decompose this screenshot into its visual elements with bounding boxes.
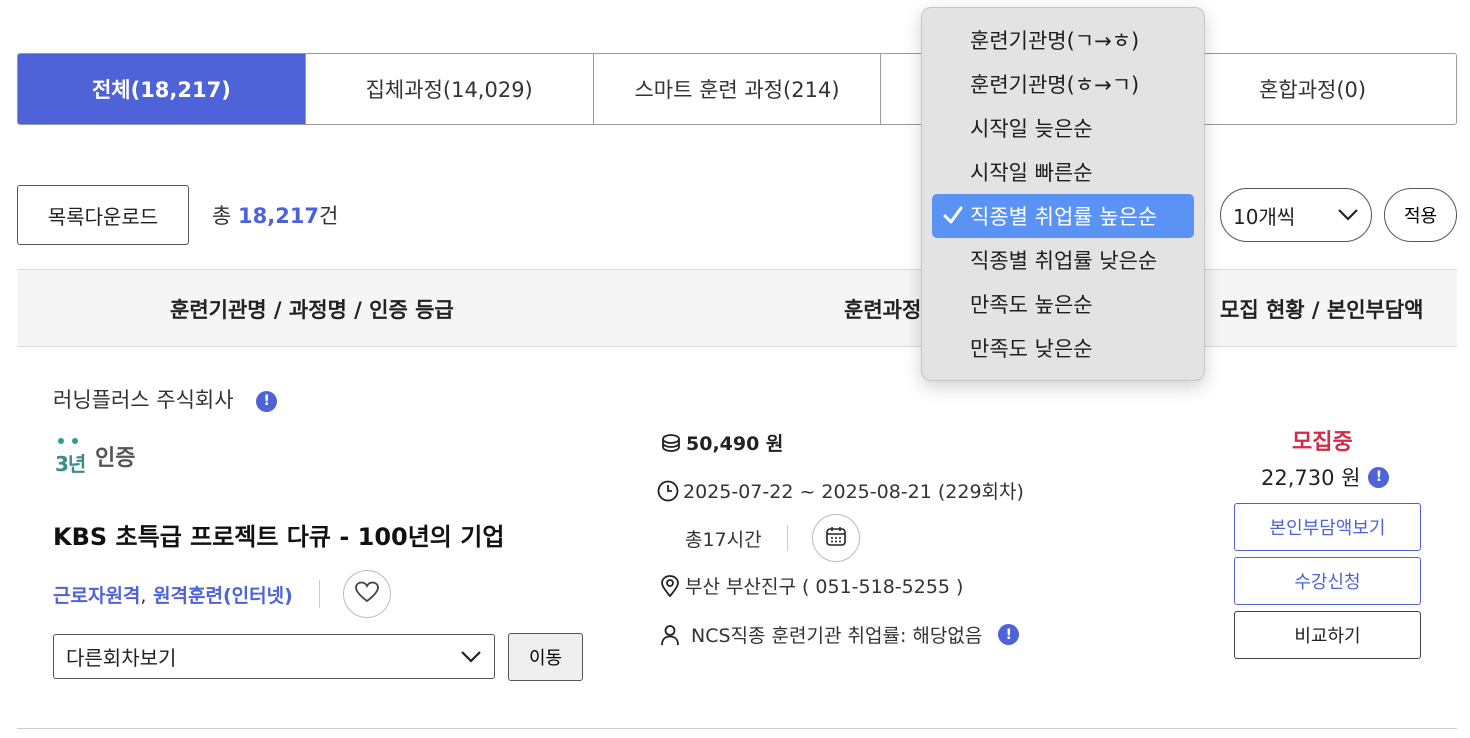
other-session-select[interactable]: 다른회차보기 <box>53 634 495 679</box>
sort-option-label: 훈련기관명(ㄱ→ㅎ) <box>970 29 1140 53</box>
type-separator: , <box>140 585 147 607</box>
header-org-course: 훈련기관명 / 과정명 / 인증 등급 <box>170 298 454 322</box>
tab-classroom[interactable]: 집체과정(14,029) <box>305 54 594 124</box>
sort-option-start-early[interactable]: 시작일 빠른순 <box>932 150 1194 194</box>
person-icon <box>659 624 681 646</box>
per-page-value: 10개씩 <box>1233 204 1296 229</box>
total-count: 총 18,217건 <box>212 200 338 230</box>
sort-option-label: 만족도 높은순 <box>970 293 1093 317</box>
chevron-down-icon <box>1337 203 1359 227</box>
sort-option-satisfaction-low[interactable]: 만족도 낮은순 <box>932 326 1194 370</box>
header-training-course: 훈련과정 <box>844 298 922 322</box>
heart-icon <box>355 581 379 607</box>
org-name: 러닝플러스 주식회사 <box>53 388 234 412</box>
row-divider <box>17 728 1457 729</box>
course-title[interactable]: KBS 초특급 프로젝트 다큐 - 100년의 기업 <box>53 517 504 552</box>
cert-logo: 3년 <box>55 438 89 476</box>
sort-option-label: 시작일 늦은순 <box>970 117 1093 141</box>
course-type-1[interactable]: 근로자원격 <box>53 585 140 607</box>
employment-rate: NCS직종 훈련기관 취업률: 해당없음 <box>691 625 983 647</box>
schedule-button[interactable] <box>812 514 860 562</box>
self-pay-amount: 22,730 원 <box>1261 466 1361 490</box>
sort-option-employment-low[interactable]: 직종별 취업률 낮은순 <box>932 238 1194 282</box>
calendar-icon <box>825 525 847 551</box>
sort-option-label: 훈련기관명(ㅎ→ㄱ) <box>970 73 1140 97</box>
course-type-tabs: 전체(18,217) 집체과정(14,029) 스마트 훈련 과정(214) 혼… <box>17 53 1457 125</box>
sort-option-start-late[interactable]: 시작일 늦은순 <box>932 106 1194 150</box>
info-icon[interactable]: ! <box>256 390 278 412</box>
sort-option-label: 직종별 취업률 낮은순 <box>970 249 1158 273</box>
coin-icon <box>660 432 682 454</box>
info-icon[interactable]: ! <box>998 624 1020 645</box>
sort-option-org-desc[interactable]: 훈련기관명(ㅎ→ㄱ) <box>932 62 1194 106</box>
checkmark-icon <box>942 204 964 226</box>
price-row: 50,490 원 <box>660 429 783 456</box>
sort-option-satisfaction-high[interactable]: 만족도 높은순 <box>932 282 1194 326</box>
view-selfpay-button[interactable]: 본인부담액보기 <box>1234 503 1421 551</box>
course-types: 근로자원격, 원격훈련(인터넷) <box>53 581 293 608</box>
tab-blended[interactable]: 혼합과정(0) <box>1169 54 1456 124</box>
favorite-button[interactable] <box>343 570 391 618</box>
apply-button[interactable]: 적용 <box>1384 188 1457 242</box>
chevron-down-icon <box>460 645 482 669</box>
table-header: 훈련기관명 / 과정명 / 인증 등급 훈련과정 모집 현황 / 본인부담액 <box>17 269 1457 347</box>
total-suffix: 건 <box>319 204 339 228</box>
course-price: 50,490 원 <box>686 433 784 455</box>
enroll-button[interactable]: 수강신청 <box>1234 557 1421 605</box>
course-hours: 총17시간 <box>685 529 762 551</box>
self-pay-row: 22,730 원 ! <box>1261 462 1390 492</box>
org-name-row: 러닝플러스 주식회사 ! <box>53 384 278 414</box>
sort-option-employment-high[interactable]: 직종별 취업률 높은순 <box>932 194 1194 238</box>
header-recruit-status: 모집 현황 / 본인부담액 <box>1220 298 1424 322</box>
course-type-2[interactable]: 원격훈련(인터넷) <box>153 585 293 607</box>
sort-option-label: 만족도 낮은순 <box>970 337 1093 361</box>
cert-label: 인증 <box>95 446 136 471</box>
location-pin-icon <box>659 574 681 597</box>
tab-all[interactable]: 전체(18,217) <box>18 54 306 124</box>
sort-option-label: 시작일 빠른순 <box>970 161 1093 185</box>
list-download-button[interactable]: 목록다운로드 <box>17 185 189 245</box>
period-row: 2025-07-22 ~ 2025-08-21 (229회차) <box>657 477 1024 504</box>
course-location: 부산 부산진구 ( 051-518-5255 ) <box>685 576 964 598</box>
cert-year: 3년 <box>55 452 86 476</box>
sort-dropdown-menu: 훈련기관명(ㄱ→ㅎ) 훈련기관명(ㅎ→ㄱ) 시작일 늦은순 시작일 빠른순 직종… <box>921 7 1205 381</box>
divider <box>319 580 320 608</box>
per-page-select[interactable]: 10개씩 <box>1220 188 1372 242</box>
tab-smart-training[interactable]: 스마트 훈련 과정(214) <box>593 54 882 124</box>
sort-option-org-asc[interactable]: 훈련기관명(ㄱ→ㅎ) <box>932 18 1194 62</box>
clock-icon <box>657 480 679 502</box>
total-prefix: 총 <box>212 204 238 228</box>
certification-badge: 3년 인증 <box>55 438 136 476</box>
employment-row: NCS직종 훈련기관 취업률: 해당없음 ! <box>659 621 1020 648</box>
course-period: 2025-07-22 ~ 2025-08-21 (229회차) <box>683 481 1024 503</box>
total-number: 18,217 <box>238 204 320 228</box>
location-row: 부산 부산진구 ( 051-518-5255 ) <box>659 572 963 599</box>
sort-option-label: 직종별 취업률 높은순 <box>970 205 1158 229</box>
session-select-value: 다른회차보기 <box>66 646 177 670</box>
compare-button[interactable]: 비교하기 <box>1234 611 1421 659</box>
recruit-status: 모집중 <box>1292 430 1353 455</box>
move-button[interactable]: 이동 <box>508 633 583 681</box>
divider <box>787 525 788 551</box>
info-icon[interactable]: ! <box>1368 466 1390 488</box>
